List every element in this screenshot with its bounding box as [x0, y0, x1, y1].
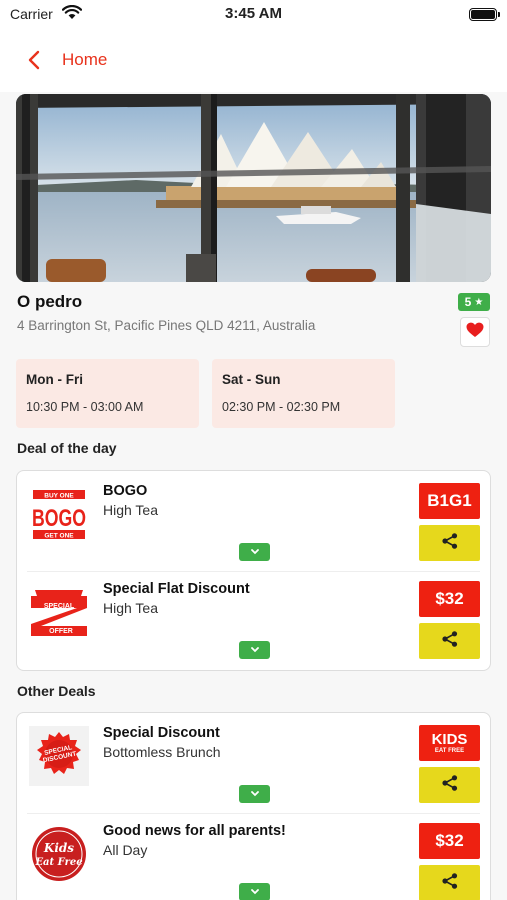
status-bar: Carrier 3:45 AM	[0, 0, 507, 28]
deal-tag: B1G1	[419, 483, 480, 519]
heart-icon	[466, 322, 484, 343]
share-button[interactable]	[419, 525, 480, 561]
deal-of-the-day-title: Deal of the day	[17, 440, 117, 456]
special-discount-image: SPECIAL DISCOUNT	[29, 726, 89, 786]
share-icon	[441, 532, 459, 555]
thumb-top-text: SPECIAL	[44, 603, 75, 610]
deal-item[interactable]: SPECIAL OFFER Special Flat Discount High…	[17, 569, 490, 669]
deal-title: BOGO	[103, 483, 148, 499]
deal-item[interactable]: Kids Eat Free Good news for all parents!…	[17, 811, 490, 900]
tag-main: KIDS	[431, 731, 468, 748]
deal-subtitle: Bottomless Brunch	[103, 744, 221, 760]
expand-button[interactable]	[239, 641, 270, 659]
deal-of-the-day-list: BUY ONE BOGO GET ONE BOGO High Tea B1G1 …	[16, 470, 491, 671]
other-deals-title: Other Deals	[17, 683, 96, 699]
expand-button[interactable]	[239, 883, 270, 900]
venue-address: 4 Barrington St, Pacific Pines QLD 4211,…	[17, 318, 316, 333]
thumb-line2: Eat Free	[34, 857, 82, 868]
deal-tag: $32	[419, 581, 480, 617]
status-time: 3:45 AM	[225, 5, 282, 22]
rating-value: 5	[464, 295, 472, 309]
hours-time: 02:30 PM - 02:30 PM	[222, 400, 341, 414]
deal-item[interactable]: SPECIAL DISCOUNT Special Discount Bottom…	[17, 713, 490, 813]
share-button[interactable]	[419, 767, 480, 803]
back-button[interactable]: Home	[22, 46, 107, 74]
hours-time: 10:30 PM - 03:00 AM	[26, 400, 144, 414]
venue-name: O pedro	[17, 292, 83, 311]
chevron-down-icon	[250, 543, 260, 561]
share-icon	[441, 630, 459, 653]
deal-subtitle: High Tea	[103, 502, 159, 518]
share-button[interactable]	[419, 623, 480, 659]
special-offer-image: SPECIAL OFFER	[29, 582, 89, 642]
expand-button[interactable]	[239, 543, 270, 561]
share-icon	[441, 774, 459, 797]
deal-title: Special Discount	[103, 725, 220, 741]
other-deals-list: SPECIAL DISCOUNT Special Discount Bottom…	[16, 712, 491, 900]
chevron-down-icon	[250, 883, 260, 900]
navigation-bar: Home	[0, 28, 507, 92]
deal-tag: KIDS EAT FREE	[419, 725, 480, 761]
thumb-bottom-text: OFFER	[49, 628, 73, 635]
thumb-line1: Kids	[43, 841, 74, 855]
deal-title: Special Flat Discount	[103, 581, 250, 597]
hours-card-weekend: Sat - Sun 02:30 PM - 02:30 PM	[212, 359, 395, 428]
hours-card-weekdays: Mon - Fri 10:30 PM - 03:00 AM	[16, 359, 199, 428]
thumb-bottom-text: GET ONE	[44, 532, 74, 539]
deal-item[interactable]: BUY ONE BOGO GET ONE BOGO High Tea B1G1	[17, 471, 490, 571]
tag-sub: EAT FREE	[434, 748, 465, 754]
hours-days: Sat - Sun	[222, 372, 281, 387]
chevron-down-icon	[250, 785, 260, 803]
thumb-top-text: BUY ONE	[44, 492, 74, 499]
share-button[interactable]	[419, 865, 480, 900]
kids-eat-free-image: Kids Eat Free	[29, 824, 89, 884]
chevron-down-icon	[250, 641, 260, 659]
chevron-left-icon	[22, 47, 48, 73]
back-label: Home	[62, 50, 108, 69]
thumb-main-text: BOGO	[32, 505, 86, 532]
star-icon: ★	[474, 296, 484, 308]
hours-days: Mon - Fri	[26, 372, 83, 387]
rating-badge: 5 ★	[458, 293, 490, 311]
favorite-button[interactable]	[460, 317, 490, 347]
bogo-deal-image: BUY ONE BOGO GET ONE	[29, 484, 89, 544]
deal-title: Good news for all parents!	[103, 823, 286, 839]
deal-subtitle: High Tea	[103, 600, 159, 616]
deal-tag: $32	[419, 823, 480, 859]
deal-subtitle: All Day	[103, 842, 148, 858]
share-icon	[441, 872, 459, 895]
venue-hero-image	[16, 94, 491, 282]
battery-icon	[469, 8, 500, 21]
expand-button[interactable]	[239, 785, 270, 803]
